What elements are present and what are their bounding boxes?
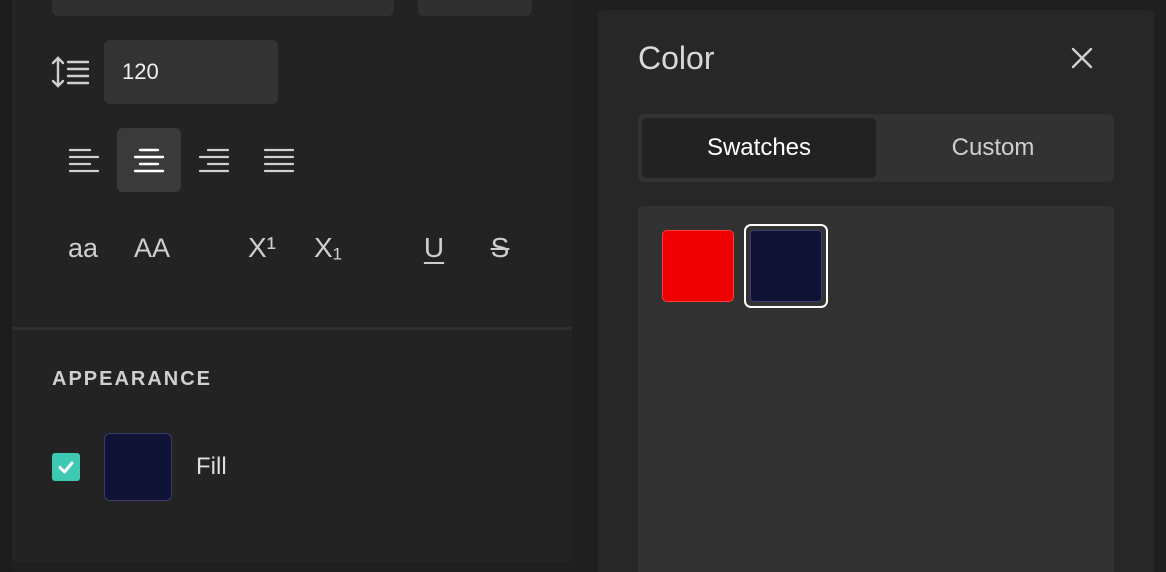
swatch-navy-selected[interactable] (744, 224, 828, 308)
color-mode-tabs: Swatches Custom (638, 114, 1114, 182)
color-panel-title: Color (638, 40, 715, 76)
fill-color-swatch[interactable] (104, 433, 172, 501)
color-picker-panel: Color Swatches Custom (598, 10, 1154, 572)
app-root: aa AA X¹ X₁ U S APPEARANCE Fill Color (0, 0, 1166, 572)
close-icon[interactable] (1068, 44, 1096, 72)
tab-custom[interactable]: Custom (876, 118, 1110, 178)
align-center-icon (133, 148, 165, 173)
align-center-button[interactable] (117, 128, 181, 192)
superscript-label: X¹ (248, 232, 276, 263)
lowercase-label: aa (67, 232, 99, 263)
subscript-button[interactable]: X₁ (302, 220, 354, 276)
align-left-icon (68, 148, 100, 173)
line-height-icon (51, 56, 90, 88)
superscript-button[interactable]: X¹ (236, 220, 288, 276)
subscript-label: X₁ (313, 232, 343, 263)
section-divider (12, 327, 572, 330)
underline-label: U (423, 232, 445, 263)
align-justify-button[interactable] (247, 128, 311, 192)
lowercase-button[interactable]: aa (58, 220, 108, 276)
swatch-red[interactable] (662, 230, 734, 302)
checkmark-icon (58, 461, 74, 474)
swatch-navy (750, 230, 822, 302)
strikethrough-label: S (490, 232, 510, 263)
tab-swatches[interactable]: Swatches (642, 118, 876, 178)
font-size-input[interactable] (418, 0, 532, 16)
text-properties-panel: aa AA X¹ X₁ U S APPEARANCE Fill (12, 0, 572, 562)
underline-button[interactable]: U (412, 220, 456, 276)
font-family-select[interactable] (52, 0, 394, 16)
uppercase-button[interactable]: AA (124, 220, 180, 276)
strikethrough-button[interactable]: S (478, 220, 522, 276)
align-right-icon (198, 148, 230, 173)
uppercase-label: AA (133, 232, 171, 263)
fill-checkbox[interactable] (52, 453, 80, 481)
line-height-input[interactable] (104, 40, 278, 104)
align-justify-icon (263, 148, 295, 173)
appearance-section-title: APPEARANCE (52, 368, 213, 390)
align-left-button[interactable] (52, 128, 116, 192)
swatch-grid (638, 206, 1114, 572)
fill-label: Fill (196, 453, 227, 480)
left-edge (0, 0, 12, 572)
align-right-button[interactable] (182, 128, 246, 192)
